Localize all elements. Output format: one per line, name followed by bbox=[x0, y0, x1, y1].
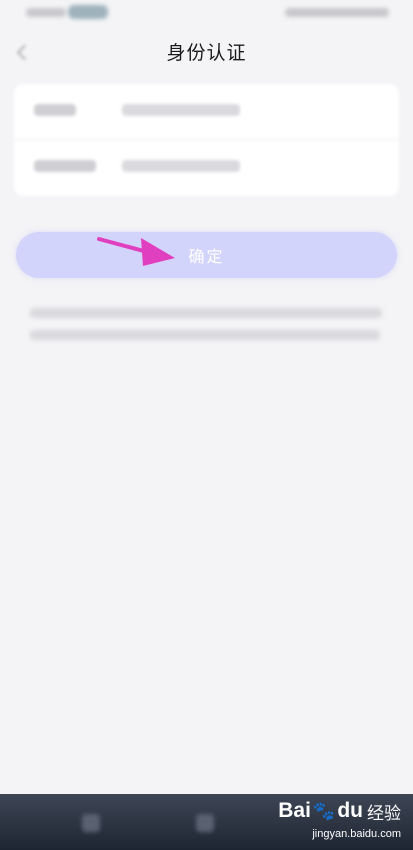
id-number-input[interactable] bbox=[122, 160, 240, 172]
nav-home-icon[interactable] bbox=[82, 814, 100, 832]
paw-icon: 🐾 bbox=[312, 800, 336, 821]
pointer-arrow-icon bbox=[97, 237, 175, 266]
note-line-1 bbox=[30, 308, 382, 318]
name-label bbox=[34, 104, 76, 116]
name-input[interactable] bbox=[122, 104, 240, 116]
status-icons bbox=[285, 8, 389, 17]
page-title: 身份认证 bbox=[166, 42, 247, 64]
baidu-jingyan-watermark: Bai 🐾 du 经验 jingyan.baidu.com bbox=[278, 798, 401, 840]
watermark-brand: 经验 bbox=[367, 803, 401, 823]
status-bar bbox=[0, 0, 413, 28]
id-number-row[interactable] bbox=[14, 140, 399, 196]
id-number-label bbox=[34, 160, 96, 172]
status-time bbox=[26, 8, 66, 17]
nav-bar: 身份认证 bbox=[0, 28, 413, 78]
watermark-logo: Bai 🐾 du 经验 bbox=[278, 798, 401, 824]
nav-menu-icon[interactable] bbox=[196, 814, 214, 832]
watermark-du: du bbox=[337, 799, 363, 822]
name-row[interactable] bbox=[14, 84, 399, 140]
note-line-2 bbox=[30, 330, 380, 340]
identity-form-card bbox=[14, 84, 399, 196]
confirm-button[interactable]: 确定 bbox=[16, 232, 397, 278]
watermark-url: jingyan.baidu.com bbox=[312, 828, 401, 840]
watermark-bai: Bai bbox=[278, 799, 311, 822]
status-chip bbox=[68, 5, 108, 19]
